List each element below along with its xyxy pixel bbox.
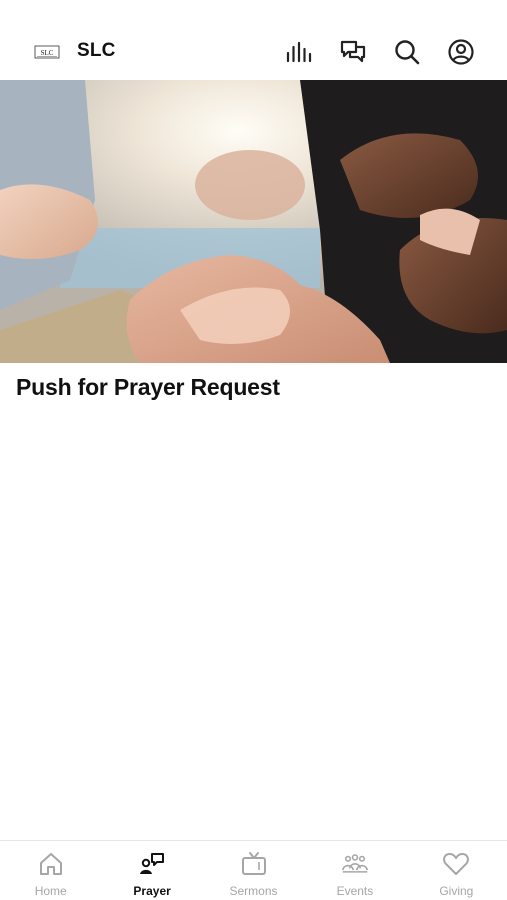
- top-app-bar: SLC SLC: [0, 0, 507, 80]
- heart-icon: [442, 850, 470, 878]
- tab-sermons-label: Sermons: [229, 884, 278, 898]
- profile-icon[interactable]: [446, 37, 476, 67]
- tab-events[interactable]: Events: [304, 841, 405, 900]
- tab-sermons[interactable]: Sermons: [203, 841, 304, 900]
- tab-giving[interactable]: Giving: [406, 841, 507, 900]
- tab-giving-label: Giving: [439, 884, 474, 898]
- bottom-tab-bar: Home Prayer Sermons Events Giving: [0, 840, 507, 900]
- people-icon: [341, 850, 369, 878]
- home-icon: [37, 850, 65, 878]
- search-icon[interactable]: [392, 37, 422, 67]
- audio-bars-icon[interactable]: [284, 37, 314, 67]
- tab-events-label: Events: [336, 884, 374, 898]
- prayer-icon: [138, 850, 166, 878]
- tab-prayer-label: Prayer: [133, 884, 171, 898]
- app-title: SLC: [77, 40, 116, 61]
- praying-hands-photo: [0, 80, 507, 363]
- tv-icon: [240, 850, 268, 878]
- tab-home-label: Home: [34, 884, 67, 898]
- tab-prayer[interactable]: Prayer: [101, 841, 202, 900]
- tab-home[interactable]: Home: [0, 841, 101, 900]
- church-logo-icon[interactable]: SLC: [34, 44, 60, 60]
- app-screen: SLC SLC Push for Prayer Request Home Pra…: [0, 0, 507, 900]
- chat-icon[interactable]: [338, 37, 368, 67]
- svg-text:SLC: SLC: [41, 49, 54, 57]
- page-title: Push for Prayer Request: [16, 374, 280, 400]
